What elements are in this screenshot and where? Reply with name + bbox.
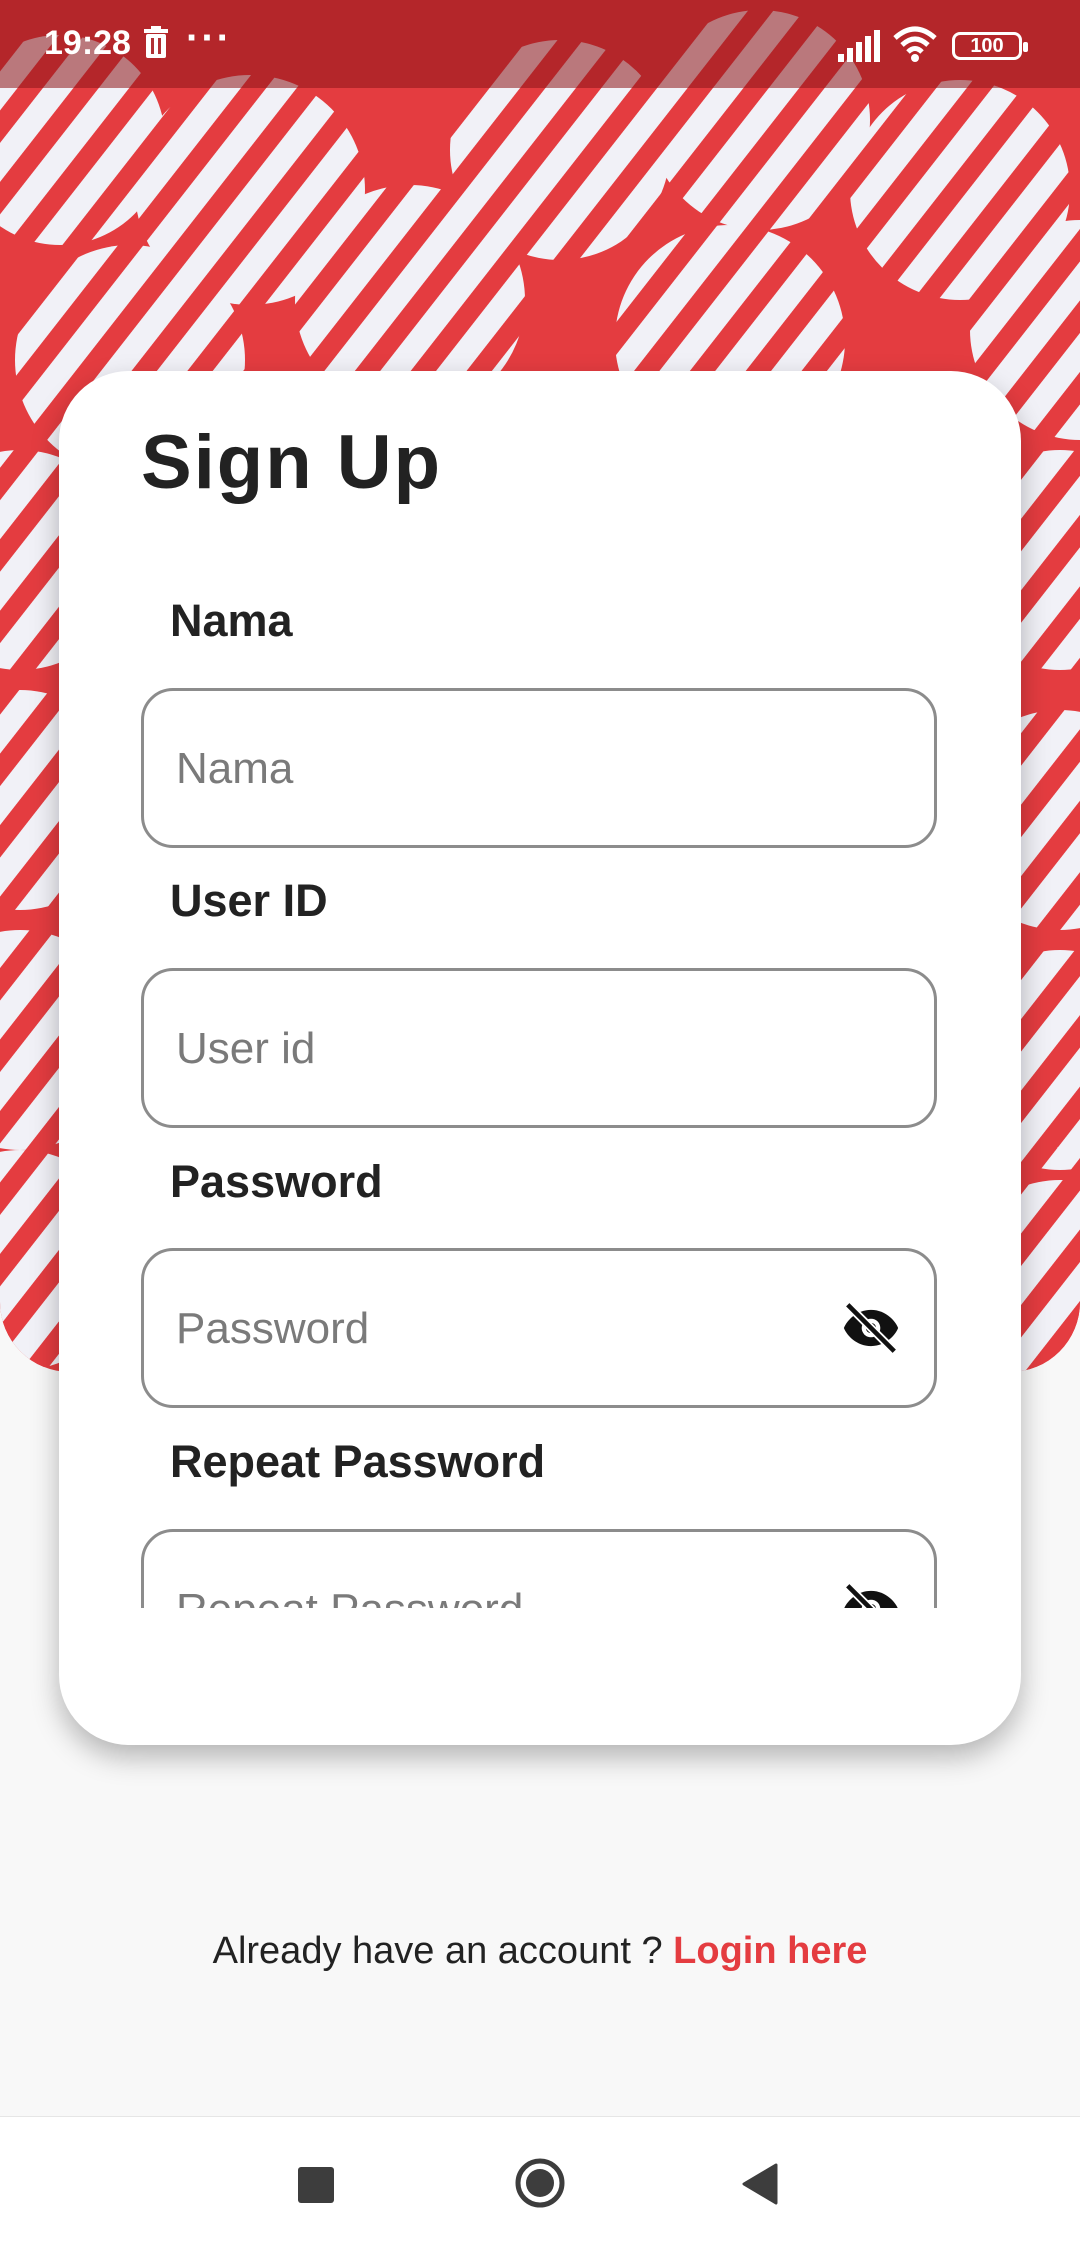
name-input[interactable] <box>174 691 818 847</box>
repeat-password-field[interactable] <box>141 1529 937 1608</box>
login-prompt-text: Already have an account ? <box>212 1930 663 1972</box>
signup-card: Sign Up Nama User ID Password Repeat Pas… <box>59 371 1021 1745</box>
back-icon[interactable] <box>742 2163 778 2210</box>
status-bar: 19:28 ··· 100 <box>0 0 1080 88</box>
repeat-password-input[interactable] <box>174 1532 818 1608</box>
page-title: Sign Up <box>141 420 443 505</box>
user-id-label: User ID <box>170 875 328 926</box>
more-notifications-icon: ··· <box>186 16 232 60</box>
eye-off-icon[interactable] <box>840 1297 902 1359</box>
signup-form[interactable]: Nama User ID Password Repeat Password <box>59 571 1021 1608</box>
login-link[interactable]: Login here <box>673 1930 867 1972</box>
status-time: 19:28 <box>44 24 131 62</box>
user-id-field[interactable] <box>141 968 937 1128</box>
signal-icon <box>838 30 882 67</box>
home-icon[interactable] <box>514 2157 566 2214</box>
recents-icon[interactable] <box>298 2167 334 2208</box>
battery-icon: 100 <box>952 32 1028 60</box>
navigation-bar <box>0 2116 1080 2247</box>
wifi-icon <box>892 26 938 67</box>
trash-icon <box>142 26 170 65</box>
password-input[interactable] <box>174 1251 818 1407</box>
user-id-input[interactable] <box>174 971 818 1127</box>
name-field[interactable] <box>141 688 937 848</box>
password-label: Password <box>170 1156 383 1207</box>
name-label: Nama <box>170 595 293 646</box>
login-prompt: Already have an account ? Login here <box>0 1930 1080 1973</box>
repeat-password-label: Repeat Password <box>170 1436 546 1487</box>
password-field[interactable] <box>141 1248 937 1408</box>
eye-off-icon[interactable] <box>840 1578 902 1608</box>
